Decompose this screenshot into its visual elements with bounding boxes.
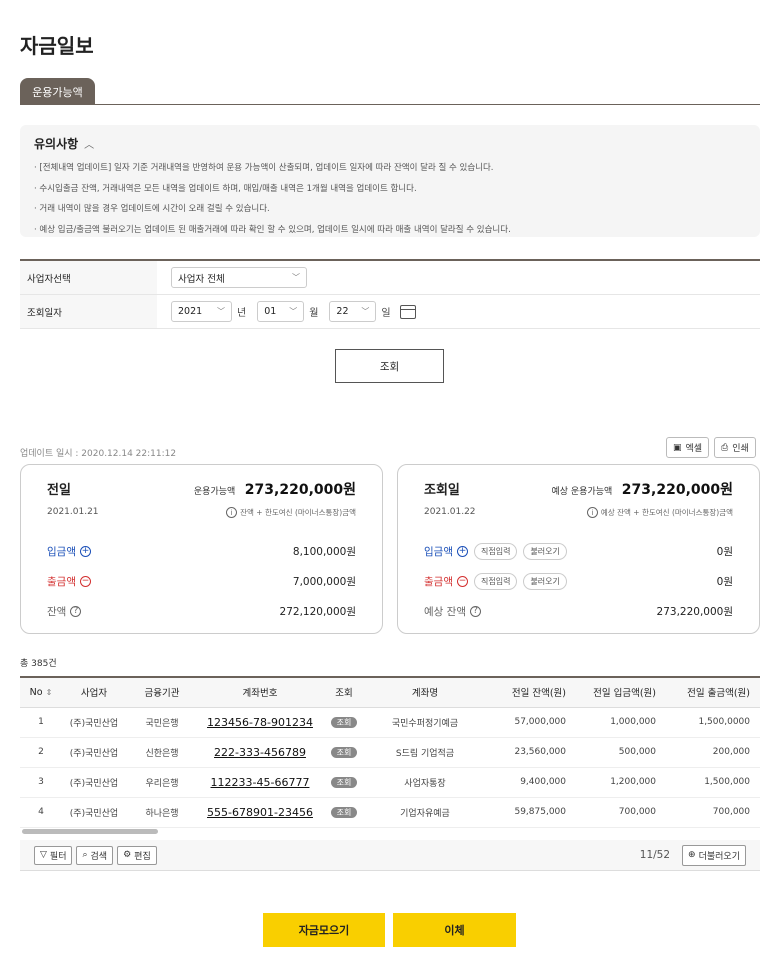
account-number-link[interactable]: 123456-78-901234 [207,716,313,729]
card-previous-day: 전일 운용가능액 273,220,000원 2021.01.21 i 잔액 + 한… [20,464,383,634]
filter-button[interactable]: ▽ 필터 [34,845,73,865]
update-time: 업데이트 일시 : 2020.12.14 22:11:12 [20,449,177,459]
transfer-button[interactable]: 이체 [393,913,516,947]
collect-funds-button[interactable]: 자금모으기 [263,913,385,947]
day-unit: 일 [381,308,391,319]
plus-circle-icon: ⊕ [688,850,696,860]
edit-button[interactable]: ⚙ 편집 [117,845,157,865]
card-title: 전일 [47,483,71,498]
sort-icon: ⇕ [45,687,53,697]
query-badge[interactable]: 조회 [330,716,358,728]
month-unit: 월 [309,308,319,319]
search-table-button[interactable]: ⌕ 검색 [76,845,114,865]
table-row: 1 (주)국민산업 국민은행 123456-78-901234 조회 국민수퍼정기예… [20,707,760,738]
table-row: 3 (주)국민산업 우리은행 112233-45-66777 조회 사업자통장 9,4… [20,767,760,798]
col-prev-withdrawal: 전일 출금액(원) [666,677,760,708]
minus-circle-icon[interactable]: − [456,575,468,587]
deposit-amount: 8,100,000원 [292,545,356,558]
col-business: 사업자 [62,677,126,708]
table-footer: ▽ 필터 ⌕ 검색 ⚙ 편집 11/52 ⊕ 더불러오기 [20,840,760,871]
col-no[interactable]: No ⇕ [20,677,62,708]
horizontal-scrollbar[interactable] [22,829,158,834]
col-bank: 금융기관 [126,677,198,708]
table-row: 2 (주)국민산업 신한은행 222-333-456789 조회 S드림 기업적금 2… [20,737,760,768]
withdrawal-amount: 7,000,000원 [292,575,356,588]
direct-input-button[interactable]: 직접입력 [473,572,518,590]
load-button[interactable]: 불러오기 [523,542,567,560]
card-date: 2021.01.22 [424,507,476,517]
chevron-down-icon: ﹀ [217,307,225,316]
chevron-down-icon: ﹀ [361,307,370,316]
excel-button[interactable]: ▣ 엑셀 [666,437,710,458]
minus-circle-icon[interactable]: − [79,575,91,587]
search-filter: 사업자선택 사업자 전체 ﹀ 조회일자 2021 ﹀ 년 01 ﹀ 월 22 ﹀ [20,259,760,329]
print-icon: ⎙ [721,442,729,453]
card-date: 2021.01.21 [47,507,99,517]
query-badge[interactable]: 조회 [330,806,358,818]
available-amount: 273,220,000원 [244,482,356,498]
chevron-up-icon[interactable]: ︿ [84,136,94,151]
page-title: 자금일보 [20,34,94,58]
notice-item: · [전체내역 업데이트] 일자 기준 거래내역을 반영하여 운용 가능액이 산… [34,163,494,173]
calendar-icon[interactable] [399,304,416,319]
deposit-amount: 0원 [716,545,733,558]
chevron-down-icon: ﹀ [289,307,298,316]
table-row: 4 (주)국민산업 하나은행 555-678901-23456 조회 기업자유예금 5… [20,797,760,828]
expected-available-amount: 273,220,000원 [621,482,733,498]
help-icon[interactable]: ? [70,605,82,617]
notice-header[interactable]: 유의사항 ︿ [34,135,746,152]
search-button[interactable]: 조회 [335,349,444,383]
query-badge[interactable]: 조회 [330,776,358,788]
date-label: 조회일자 [20,295,157,328]
col-prev-balance: 전일 잔액(원) [484,677,576,708]
withdrawal-amount: 0원 [716,575,733,588]
balance-amount: 272,120,000원 [279,605,356,618]
notice-item: · 거래 내역이 많을 경우 업데이트에 시간이 오래 걸릴 수 있습니다. [34,204,270,214]
tab-available-amount[interactable]: 운용가능액 [20,78,95,105]
search-icon: ⌕ [82,850,88,860]
day-select[interactable]: 22 ﹀ [329,301,377,322]
chevron-down-icon: ﹀ [292,273,300,282]
notice-title: 유의사항 [34,137,79,151]
plus-circle-icon[interactable]: + [79,545,91,557]
help-icon[interactable]: ? [469,605,481,617]
excel-icon: ▣ [673,442,682,453]
month-select[interactable]: 01 ﹀ [257,301,305,322]
notice-item: · 수시입출금 잔액, 거래내역은 모든 내역을 업데이트 하며, 매입/매출 … [34,183,417,194]
direct-input-button[interactable]: 직접입력 [473,542,518,560]
col-query: 조회 [322,677,366,708]
page-indicator: 11/52 [639,849,671,861]
info-icon[interactable]: i [586,507,598,518]
filter-icon: ▽ [40,850,47,860]
col-account-number: 계좌번호 [198,677,322,708]
year-select[interactable]: 2021 ﹀ [171,301,232,322]
account-number-link[interactable]: 222-333-456789 [214,746,306,759]
expected-balance-amount: 273,220,000원 [656,605,733,618]
account-number-link[interactable]: 555-678901-23456 [207,806,313,819]
year-unit: 년 [237,308,247,319]
card-title: 조회일 [424,483,460,498]
notice-box: 유의사항 ︿ · [전체내역 업데이트] 일자 기준 거래내역을 반영하여 운용… [20,125,760,237]
gear-icon: ⚙ [123,850,132,860]
business-select[interactable]: 사업자 전체 ﹀ [171,267,307,288]
col-prev-deposit: 전일 입금액(원) [576,677,666,708]
col-account-name: 계좌명 [366,677,484,708]
load-more-button[interactable]: ⊕ 더불러오기 [682,844,746,866]
business-label: 사업자선택 [20,261,157,294]
info-icon[interactable]: i [226,507,238,518]
notice-item: · 예상 입금/출금액 불러오기는 업데이트 된 매출거래에 따라 확인 할 수… [34,224,511,235]
account-number-link[interactable]: 112233-45-66777 [211,776,310,789]
card-query-day: 조회일 예상 운용가능액 273,220,000원 2021.01.22 i 예상… [397,464,760,634]
accounts-table: No ⇕ 사업자 금융기관 계좌번호 조회 계좌명 전일 잔액(원) 전일 입금… [20,676,760,828]
total-count: 총 385건 [20,659,57,669]
plus-circle-icon[interactable]: + [456,545,468,557]
load-button[interactable]: 불러오기 [523,572,567,590]
query-badge[interactable]: 조회 [330,746,358,758]
print-button[interactable]: ⎙ 인쇄 [714,437,756,458]
tab-divider [20,104,760,105]
